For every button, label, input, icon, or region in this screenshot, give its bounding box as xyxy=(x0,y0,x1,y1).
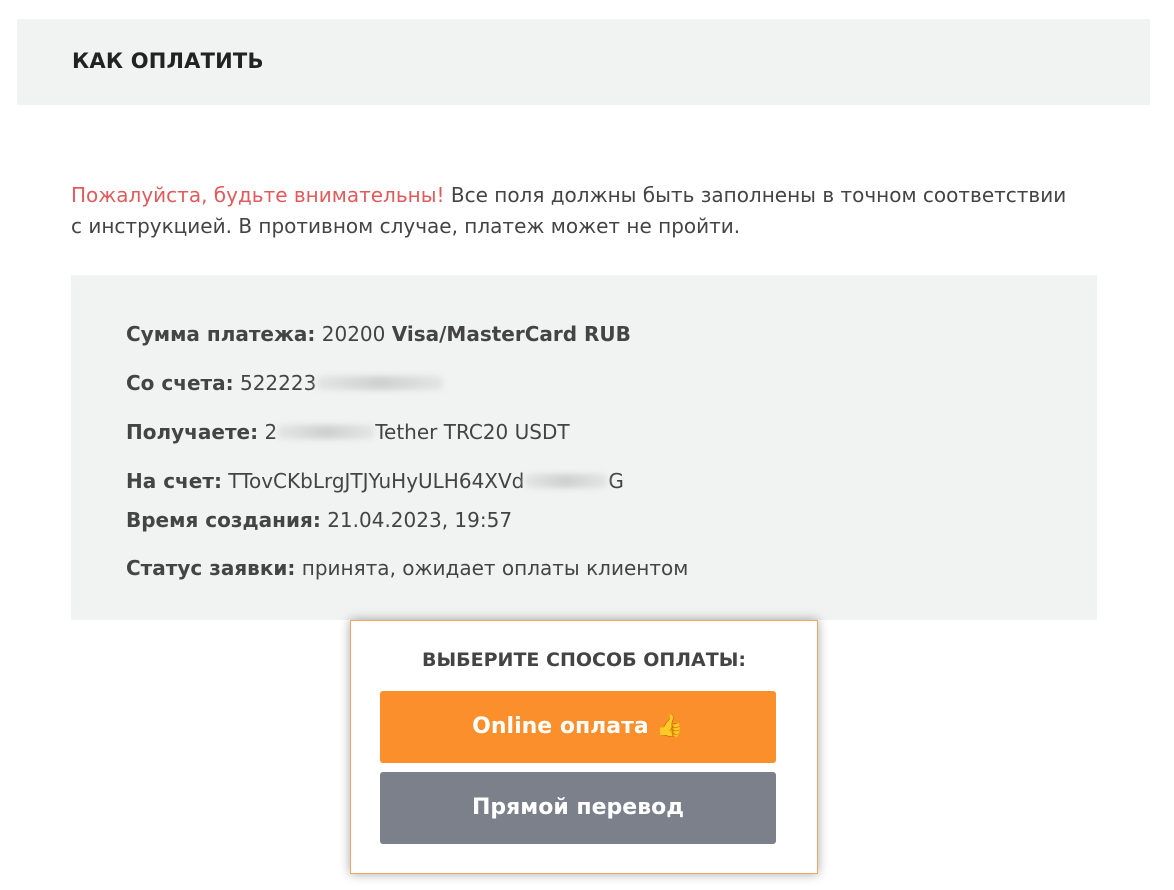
warning-message: Пожалуйста, будьте внимательны! Все поля… xyxy=(71,180,1071,242)
created-label: Время создания: xyxy=(126,508,321,532)
receive-label: Получаете: xyxy=(126,420,259,444)
amount-label: Сумма платежа: xyxy=(126,322,316,346)
to-account-label: На счет: xyxy=(126,469,222,493)
to-account-row: На счет: TTovCKbLrgJTJYuHyULH64XVd G xyxy=(126,469,624,493)
status-value: принята, ожидает оплаты клиентом xyxy=(301,556,689,580)
amount-value: 20200 xyxy=(321,322,386,346)
amount-row: Сумма платежа: 20200 Visa/MasterCard RUB xyxy=(126,322,631,346)
from-account-row: Со счета: 522223 xyxy=(126,371,445,395)
page-title: КАК ОПЛАТИТЬ xyxy=(72,49,264,73)
from-account-label: Со счета: xyxy=(126,371,234,395)
payment-method-box: ВЫБЕРИТЕ СПОСОБ ОПЛАТЫ: Online оплата 👍 … xyxy=(350,620,818,874)
online-payment-label: Online оплата xyxy=(472,714,649,739)
redacted-blur xyxy=(277,425,376,439)
to-account-value: TTovCKbLrgJTJYuHyULH64XVd xyxy=(228,469,525,493)
page-header: КАК ОПЛАТИТЬ xyxy=(17,19,1150,105)
from-account-value: 522223 xyxy=(239,371,317,395)
to-account-suffix: G xyxy=(608,469,624,493)
online-payment-button[interactable]: Online оплата 👍 xyxy=(380,691,776,763)
redacted-blur xyxy=(316,376,445,390)
direct-transfer-button[interactable]: Прямой перевод xyxy=(380,772,776,844)
payment-details-panel: Сумма платежа: 20200 Visa/MasterCard RUB… xyxy=(71,275,1097,620)
created-value: 21.04.2023, 19:57 xyxy=(327,508,513,532)
direct-transfer-label: Прямой перевод xyxy=(471,795,685,820)
receive-value: Tether TRC20 USDT xyxy=(375,420,570,444)
redacted-blur xyxy=(524,474,609,488)
payment-method-title: ВЫБЕРИТЕ СПОСОБ ОПЛАТЫ: xyxy=(422,649,746,671)
receive-row: Получаете: 2 Tether TRC20 USDT xyxy=(126,420,570,444)
thumbs-up-icon: 👍 xyxy=(656,714,684,739)
receive-prefix: 2 xyxy=(264,420,278,444)
created-row: Время создания: 21.04.2023, 19:57 xyxy=(126,508,512,532)
status-label: Статус заявки: xyxy=(126,556,296,580)
warning-lead: Пожалуйста, будьте внимательны! xyxy=(71,183,445,207)
status-row: Статус заявки: принята, ожидает оплаты к… xyxy=(126,556,688,580)
amount-currency: Visa/MasterCard RUB xyxy=(391,322,631,346)
